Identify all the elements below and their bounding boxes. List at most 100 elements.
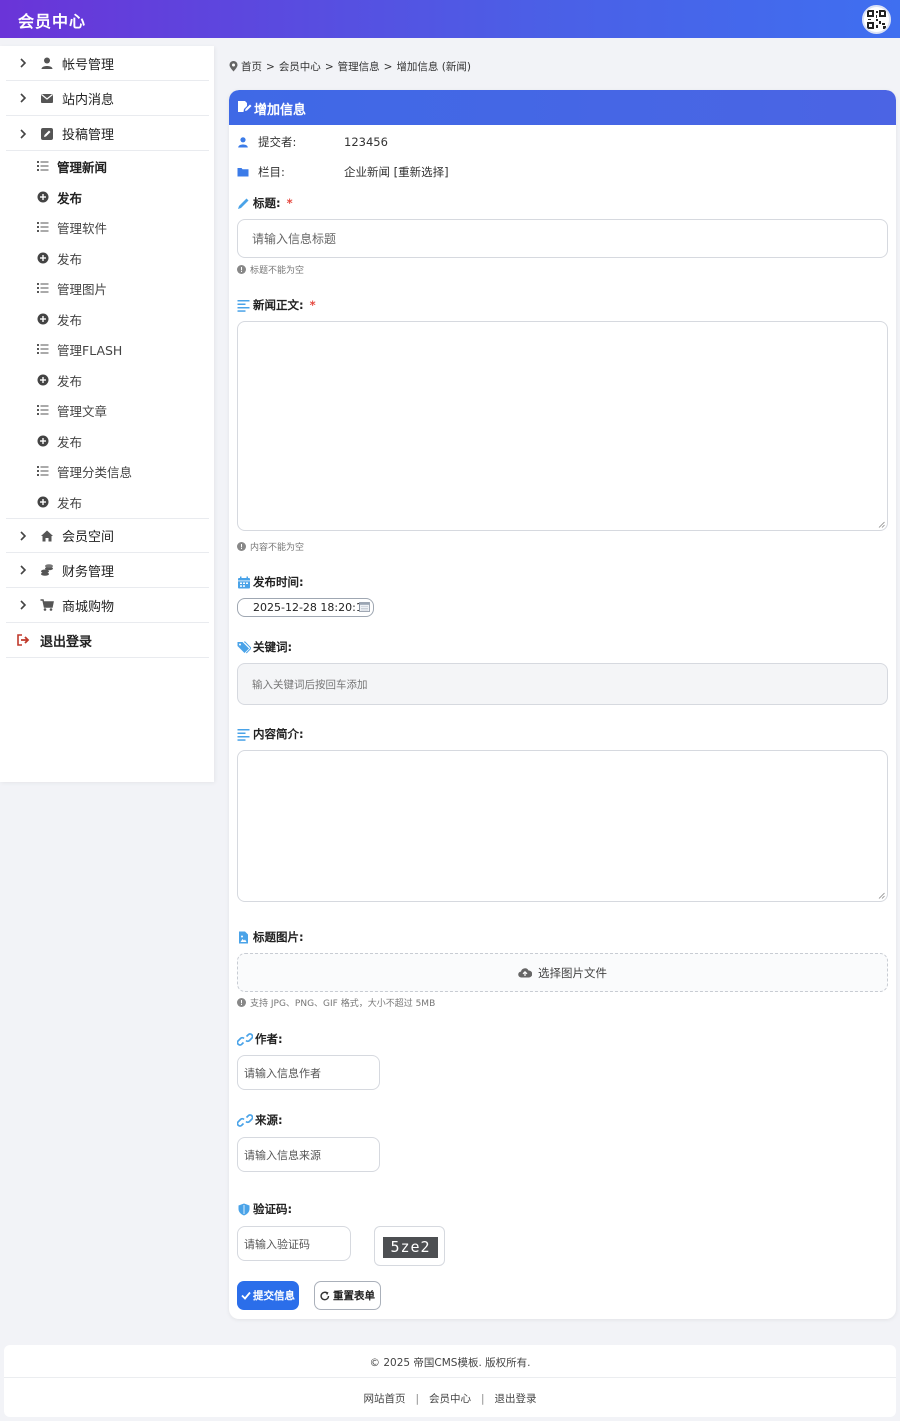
sidebar-sub-manage-articles[interactable]: 管理文章: [6, 395, 209, 425]
source-label-text: 来源:: [255, 1113, 283, 1127]
column-label: 栏目:: [258, 165, 285, 179]
envelope-icon: [41, 94, 53, 103]
title-input[interactable]: 请输入信息标题: [237, 219, 888, 258]
footer-link-member[interactable]: 会员中心: [429, 1393, 471, 1405]
coins-icon: [41, 564, 53, 576]
plus-circle-icon: [37, 191, 49, 203]
column-value[interactable]: 企业新闻 [重新选择]: [344, 164, 449, 180]
edit-square-icon: [41, 127, 53, 140]
footer-links: 网站首页 | 会员中心 | 退出登录: [4, 1391, 896, 1406]
resize-grip-icon[interactable]: [878, 892, 885, 899]
sidebar-sub-manage-flash[interactable]: 管理FLASH: [6, 334, 209, 364]
image-label: 标题图片:: [237, 929, 304, 945]
sidebar-sub-publish-articles[interactable]: 发布: [6, 426, 209, 456]
pubtime-input[interactable]: 2025-12-28 18:20:10: [237, 598, 374, 617]
sidebar-sub-manage-software[interactable]: 管理软件: [6, 212, 209, 242]
sidebar-sub-manage-classifieds[interactable]: 管理分类信息: [6, 456, 209, 486]
summary-label: 内容简介:: [237, 726, 304, 742]
sidebar-sub-label: 发布: [57, 312, 83, 328]
source-label: 来源:: [237, 1112, 283, 1128]
sidebar-sub-label: 管理图片: [57, 281, 108, 297]
body-textarea[interactable]: [237, 321, 888, 531]
resize-grip-icon[interactable]: [878, 521, 885, 528]
keywords-input[interactable]: 输入关键词后按回车添加: [237, 663, 888, 705]
required-mark: *: [286, 196, 293, 210]
sidebar-item-label: 退出登录: [40, 634, 93, 650]
sidebar-item-member-space[interactable]: 会员空间: [6, 518, 209, 553]
panel-title: 增加信息: [254, 103, 307, 118]
body-label: 新闻正文: *: [237, 297, 316, 313]
captcha-label-text: 验证码:: [253, 1202, 293, 1216]
sidebar-sub-label: 发布: [57, 190, 83, 206]
captcha-input[interactable]: 请输入验证码: [237, 1226, 351, 1261]
image-hint: 支持 JPG、PNG、GIF 格式，大小不超过 5MB: [237, 996, 435, 1009]
sidebar-sub-publish-images[interactable]: 发布: [6, 304, 209, 334]
sidebar-sub-publish-news[interactable]: 发布: [6, 182, 209, 212]
pubtime-value: 2025-12-28 18:20:10: [253, 601, 370, 614]
edit-document-icon: [238, 101, 252, 112]
summary-textarea[interactable]: [237, 750, 888, 902]
breadcrumb-manage[interactable]: 管理信息: [338, 59, 380, 74]
sidebar-sub-manage-news[interactable]: 管理新闻: [6, 151, 209, 181]
image-upload-button[interactable]: 选择图片文件: [237, 953, 888, 992]
sidebar-item-submissions[interactable]: 投稿管理: [6, 116, 209, 151]
reset-button[interactable]: 重置表单: [314, 1281, 381, 1310]
body-label-text: 新闻正文:: [253, 298, 304, 312]
sidebar-item-finance[interactable]: 财务管理: [6, 553, 209, 588]
keywords-label-text: 关键词:: [253, 640, 293, 654]
image-label-text: 标题图片:: [253, 930, 304, 944]
sidebar-item-account[interactable]: 帐号管理: [6, 46, 209, 81]
submit-button[interactable]: 提交信息: [237, 1281, 299, 1310]
sidebar-item-messages[interactable]: 站内消息: [6, 81, 209, 116]
tags-icon: [237, 641, 251, 653]
chevron-right-icon: [20, 128, 27, 139]
title-hint: 标题不能为空: [237, 263, 304, 276]
title-label: 标题: *: [237, 195, 293, 211]
sidebar-item-label: 站内消息: [62, 92, 115, 108]
breadcrumb-separator: >: [324, 60, 334, 73]
sidebar-item-label: 商城购物: [62, 599, 115, 615]
sidebar-sub-manage-images[interactable]: 管理图片: [6, 273, 209, 303]
chevron-right-icon: [20, 530, 27, 541]
sidebar-sub-publish-classifieds[interactable]: 发布: [6, 487, 209, 517]
title-label-text: 标题:: [253, 196, 281, 210]
link-icon: [237, 1032, 253, 1046]
breadcrumb-home[interactable]: 首页: [241, 59, 262, 74]
sidebar-sub-publish-software[interactable]: 发布: [6, 243, 209, 273]
user-icon: [41, 57, 53, 69]
author-input[interactable]: 请输入信息作者: [237, 1055, 380, 1090]
sidebar-sub-label: 管理新闻: [57, 159, 108, 175]
captcha-image[interactable]: 5ze2: [374, 1226, 445, 1266]
qr-code-icon[interactable]: [862, 5, 891, 34]
breadcrumb-separator: >: [383, 60, 393, 73]
align-left-icon: [237, 728, 250, 741]
sidebar-sub-label: 发布: [57, 434, 83, 450]
list-icon: [37, 283, 49, 293]
author-label-text: 作者:: [255, 1032, 283, 1046]
footer-link-home[interactable]: 网站首页: [363, 1393, 405, 1405]
map-pin-icon: [229, 61, 238, 72]
pubtime-label-text: 发布时间:: [253, 575, 304, 589]
calendar-picker-icon[interactable]: [359, 602, 370, 612]
source-input[interactable]: 请输入信息来源: [237, 1137, 380, 1172]
footer-link-logout[interactable]: 退出登录: [495, 1393, 537, 1405]
sidebar-item-logout[interactable]: 退出登录: [6, 623, 209, 658]
reset-button-label: 重置表单: [333, 1290, 375, 1302]
captcha-label: 验证码:: [237, 1201, 292, 1217]
breadcrumb-member[interactable]: 会员中心: [279, 59, 321, 74]
list-icon: [37, 405, 49, 415]
pubtime-label: 发布时间:: [237, 574, 304, 590]
add-info-panel: 增加信息 提交者: 123456 栏目: 企业新闻 [重新选择] 标题: * 请…: [229, 90, 896, 1319]
plus-circle-icon: [37, 252, 49, 264]
sidebar-sub-publish-flash[interactable]: 发布: [6, 365, 209, 395]
title-hint-text: 标题不能为空: [250, 266, 305, 276]
folder-icon: [237, 168, 249, 177]
submit-button-label: 提交信息: [253, 1290, 295, 1302]
list-icon: [37, 161, 49, 171]
file-image-icon: [239, 931, 248, 943]
breadcrumb-current: 增加信息 (新闻): [396, 61, 471, 73]
chevron-right-icon: [20, 58, 27, 68]
sign-out-icon: [17, 634, 30, 646]
sidebar-sub-label: 管理软件: [57, 220, 108, 236]
sidebar-item-shop[interactable]: 商城购物: [6, 588, 209, 623]
